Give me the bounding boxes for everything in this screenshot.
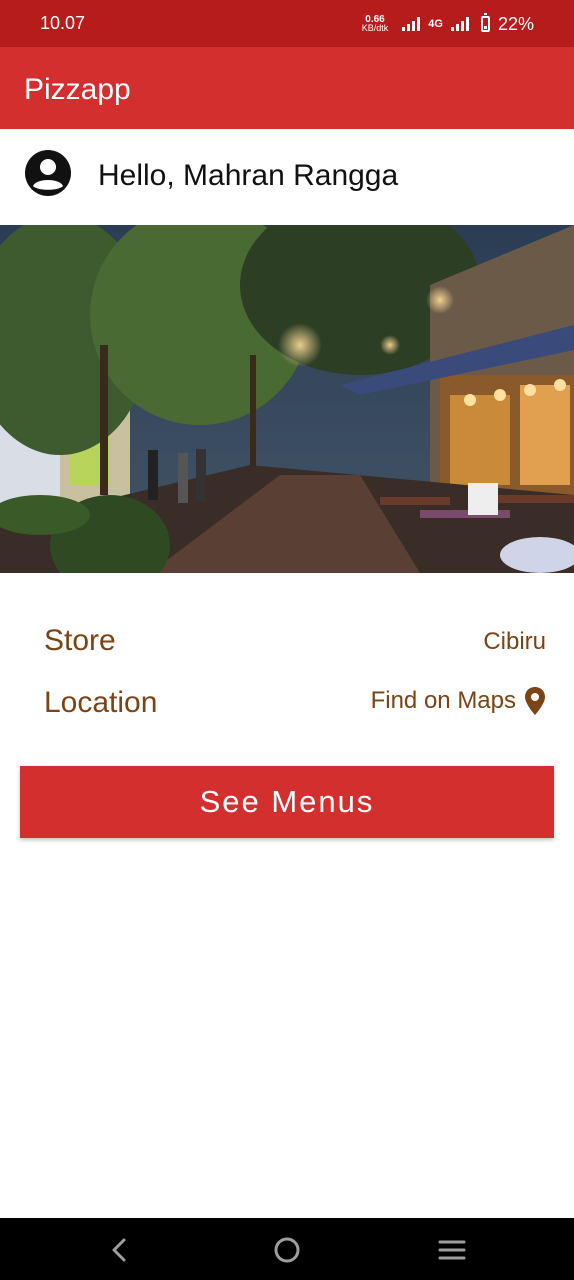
find-on-maps-link[interactable]: Find on Maps	[371, 686, 546, 716]
account-circle-icon	[25, 150, 71, 196]
network-speed: 0.66 KB/dtk	[362, 15, 389, 33]
status-bar: 10.07 0.66 KB/dtk 4G 22%	[0, 0, 574, 47]
location-label: Location	[44, 686, 158, 719]
back-icon[interactable]	[104, 1234, 136, 1266]
home-icon[interactable]	[271, 1234, 303, 1266]
status-icons: 0.66 KB/dtk 4G 22%	[362, 10, 534, 38]
status-time: 10.07	[40, 13, 86, 33]
greeting-text: Hello, Mahran Rangga	[98, 159, 399, 192]
network-speed-unit: KB/dtk	[361, 23, 389, 33]
greeting-row: Hello, Mahran Rangga	[0, 129, 574, 225]
see-menus-button[interactable]: See Menus	[20, 766, 554, 838]
recents-icon[interactable]	[436, 1234, 468, 1266]
network-type: 4G	[428, 18, 443, 30]
battery-percent: 22%	[497, 13, 534, 34]
store-label: Store	[44, 624, 116, 657]
store-photo-illustration	[0, 225, 574, 573]
battery-icon	[480, 13, 490, 32]
store-photo	[0, 225, 574, 573]
signal-icon-2	[450, 17, 469, 31]
app-bar: Pizzapp	[0, 47, 574, 129]
system-nav-bar	[0, 1218, 574, 1280]
find-on-maps-label: Find on Maps	[370, 687, 516, 714]
map-pin-icon	[525, 687, 545, 715]
signal-icon	[402, 17, 421, 31]
app-title: Pizzapp	[24, 73, 131, 106]
store-value: Cibiru	[483, 628, 546, 655]
